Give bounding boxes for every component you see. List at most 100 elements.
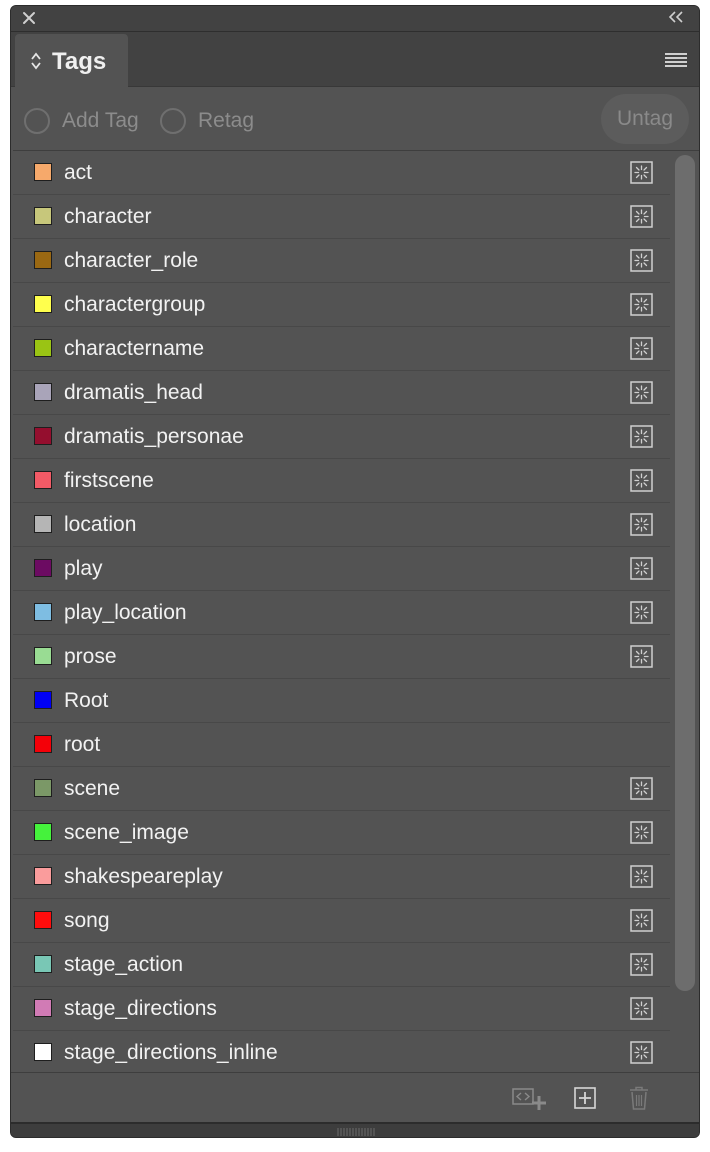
tag-color-swatch	[34, 603, 52, 621]
scrollbar[interactable]	[673, 151, 697, 1072]
tag-color-swatch	[34, 867, 52, 885]
tag-color-swatch	[34, 691, 52, 709]
retag-radio[interactable]	[160, 108, 186, 134]
tag-map-icon[interactable]	[630, 469, 653, 492]
tag-name: song	[64, 909, 110, 932]
tag-name: stage_directions	[64, 997, 217, 1020]
tag-name: play	[64, 557, 103, 580]
new-tag-from-element-icon[interactable]	[511, 1087, 547, 1111]
tab-label: Tags	[52, 48, 107, 75]
tag-row[interactable]: charactergroup	[13, 283, 670, 327]
tag-color-swatch	[34, 207, 52, 225]
tag-row[interactable]: Root	[13, 679, 670, 723]
tag-name: charactername	[64, 337, 205, 360]
tag-map-icon[interactable]	[630, 909, 653, 932]
expand-collapse-icon[interactable]	[30, 51, 42, 71]
tag-color-swatch	[34, 251, 52, 269]
tab-tags[interactable]: Tags	[15, 34, 128, 88]
panel-titlebar	[11, 6, 699, 32]
tag-color-swatch	[34, 427, 52, 445]
tag-map-icon[interactable]	[630, 381, 653, 404]
tag-row[interactable]: shakespeareplay	[13, 855, 670, 899]
scrollbar-thumb[interactable]	[675, 155, 695, 991]
tag-color-swatch	[34, 955, 52, 973]
tag-row[interactable]: scene_image	[13, 811, 670, 855]
tag-row[interactable]: firstscene	[13, 459, 670, 503]
tag-name: character_role	[64, 249, 199, 272]
tag-row[interactable]: play	[13, 547, 670, 591]
tag-row[interactable]: act	[13, 151, 670, 195]
tag-color-swatch	[34, 647, 52, 665]
tag-color-swatch	[34, 1043, 52, 1061]
tag-row[interactable]: root	[13, 723, 670, 767]
tag-name: act	[64, 161, 93, 184]
tag-map-icon[interactable]	[630, 161, 653, 184]
untag-button[interactable]: Untag	[601, 94, 689, 144]
tag-map-icon[interactable]	[630, 337, 653, 360]
tag-color-swatch	[34, 339, 52, 357]
tag-row[interactable]: dramatis_head	[13, 371, 670, 415]
tag-map-icon[interactable]	[630, 953, 653, 976]
tag-color-swatch	[34, 383, 52, 401]
tag-row[interactable]: character	[13, 195, 670, 239]
tag-name: location	[64, 513, 137, 536]
tag-row[interactable]: location	[13, 503, 670, 547]
retag-option[interactable]: Retag	[160, 108, 254, 134]
panel-menu-icon[interactable]	[665, 53, 687, 67]
tag-mode-controls: Add Tag Retag Untag	[11, 88, 699, 150]
tag-name: play_location	[64, 601, 187, 624]
tag-map-icon[interactable]	[630, 249, 653, 272]
tag-row[interactable]: scene	[13, 767, 670, 811]
tag-color-swatch	[34, 515, 52, 533]
tag-color-swatch	[34, 911, 52, 929]
panel-resize-handle[interactable]	[11, 1122, 699, 1137]
tag-map-icon[interactable]	[630, 293, 653, 316]
add-tag-option[interactable]: Add Tag	[24, 108, 139, 134]
tag-map-icon[interactable]	[630, 997, 653, 1020]
tag-name: Root	[64, 689, 109, 712]
tags-panel: Tags Add Tag Retag Untag act character cha…	[10, 5, 700, 1138]
collapse-panel-icon[interactable]	[667, 9, 685, 25]
tag-row[interactable]: character_role	[13, 239, 670, 283]
tag-map-icon[interactable]	[630, 205, 653, 228]
tag-name: scene	[64, 777, 121, 800]
tab-row: Tags	[11, 32, 699, 88]
tag-row[interactable]: prose	[13, 635, 670, 679]
add-tag-radio[interactable]	[24, 108, 50, 134]
delete-tag-icon[interactable]	[628, 1086, 650, 1110]
tag-map-icon[interactable]	[630, 1041, 653, 1064]
tag-map-icon[interactable]	[630, 645, 653, 668]
tag-row[interactable]: play_location	[13, 591, 670, 635]
tag-map-icon[interactable]	[630, 513, 653, 536]
tag-map-icon[interactable]	[630, 865, 653, 888]
tag-name: stage_action	[64, 953, 184, 976]
tag-map-icon[interactable]	[630, 777, 653, 800]
tag-map-icon[interactable]	[630, 557, 653, 580]
tag-row[interactable]: stage_directions_inline	[13, 1031, 670, 1072]
tag-map-icon[interactable]	[630, 425, 653, 448]
tag-row[interactable]: song	[13, 899, 670, 943]
tag-map-icon[interactable]	[630, 601, 653, 624]
tag-row[interactable]: dramatis_personae	[13, 415, 670, 459]
tag-name: firstscene	[64, 469, 154, 492]
tag-color-swatch	[34, 823, 52, 841]
tag-color-swatch	[34, 163, 52, 181]
tag-name: dramatis_head	[64, 381, 203, 404]
add-tag-label: Add Tag	[62, 109, 139, 132]
tag-name: root	[64, 733, 101, 756]
tag-row[interactable]: stage_action	[13, 943, 670, 987]
tag-color-swatch	[34, 295, 52, 313]
grip-icon	[337, 1128, 375, 1136]
tag-color-swatch	[34, 471, 52, 489]
new-tag-icon[interactable]	[574, 1087, 596, 1109]
close-icon[interactable]	[21, 10, 37, 26]
tag-list: act character character_role charactergroup…	[13, 150, 699, 1072]
retag-label: Retag	[198, 109, 255, 132]
tag-color-swatch	[34, 559, 52, 577]
tag-name: stage_directions_inline	[64, 1041, 278, 1064]
tag-color-swatch	[34, 779, 52, 797]
tag-row[interactable]: charactername	[13, 327, 670, 371]
tag-map-icon[interactable]	[630, 821, 653, 844]
tag-name: scene_image	[64, 821, 189, 844]
tag-row[interactable]: stage_directions	[13, 987, 670, 1031]
